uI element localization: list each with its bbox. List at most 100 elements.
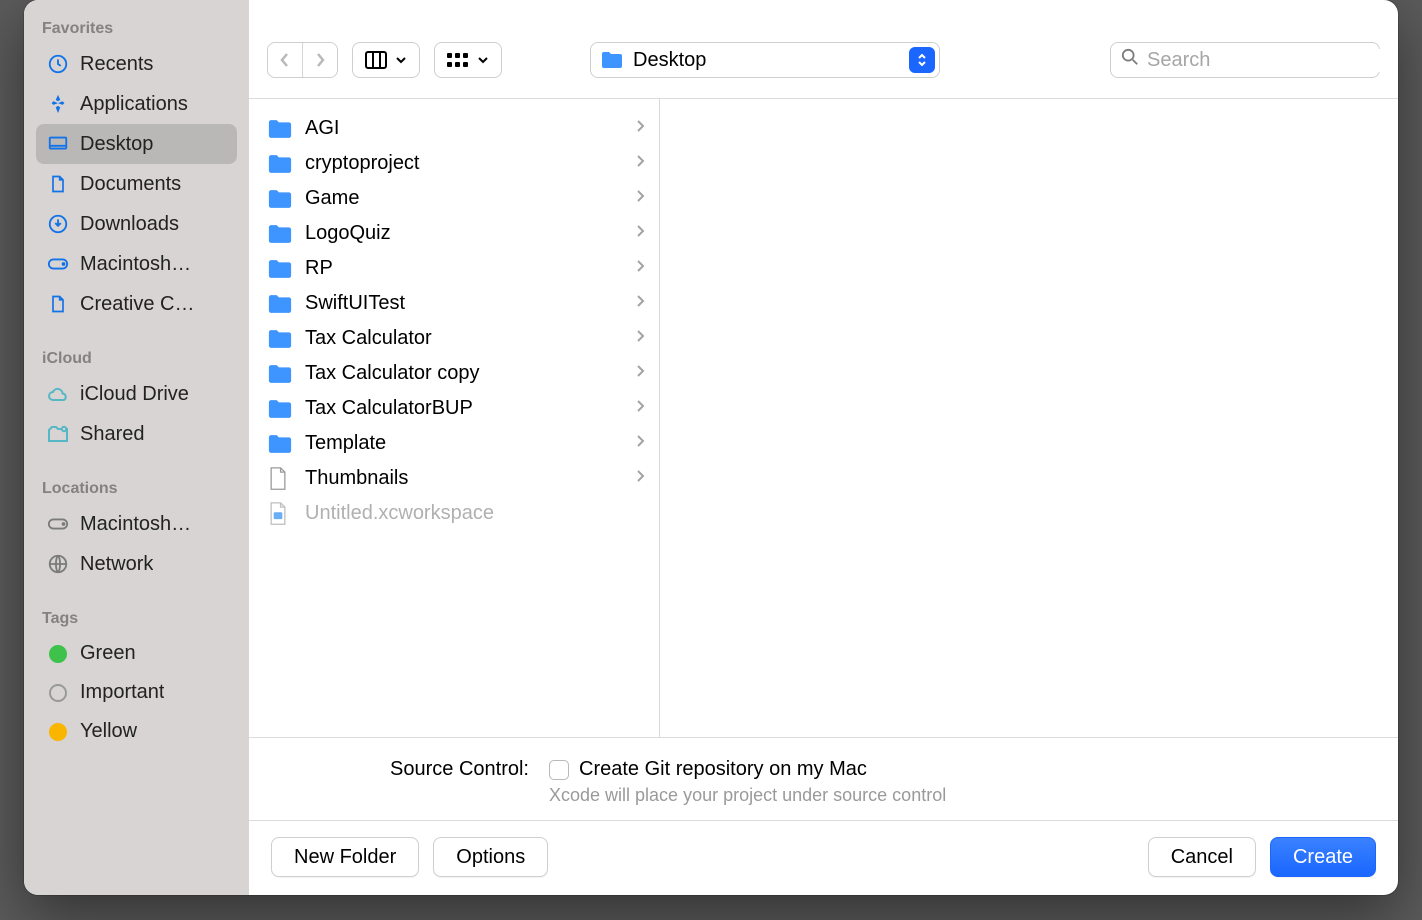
file-row[interactable]: cryptoproject (249, 146, 659, 181)
sidebar-item-label: Shared (80, 423, 145, 446)
disk-icon (46, 252, 70, 276)
file-row[interactable]: LogoQuiz (249, 216, 659, 251)
create-button[interactable]: Create (1270, 837, 1376, 877)
chevron-right-icon (635, 117, 645, 140)
cancel-button[interactable]: Cancel (1148, 837, 1256, 877)
view-as-columns-button[interactable] (352, 42, 420, 78)
file-name: Template (305, 432, 623, 455)
sidebar-section-icloud: iCloud iCloud Drive Shared (36, 350, 237, 454)
sidebar-item-label: Documents (80, 173, 181, 196)
sidebar-item-macintosh-hd-loc[interactable]: Macintosh… (36, 504, 237, 544)
disk-icon (46, 512, 70, 536)
file-name: Tax Calculator copy (305, 362, 623, 385)
sidebar-tag-green[interactable]: Green (36, 634, 237, 673)
file-row[interactable]: Tax Calculator (249, 321, 659, 356)
columns-icon (365, 51, 387, 69)
file-name: AGI (305, 117, 623, 140)
sidebar-item-applications[interactable]: Applications (36, 84, 237, 124)
sidebar-label-locations: Locations (36, 480, 237, 504)
sidebar-item-label: Applications (80, 93, 188, 116)
forward-button[interactable] (302, 43, 337, 77)
file-column[interactable]: AGI cryptoprojectGameLogoQuiz RP SwiftUITes… (249, 99, 660, 737)
main-panel: Desktop AGI cryptoprojectGameLogoQuiz RP Sw… (249, 0, 1398, 895)
sidebar-item-label: iCloud Drive (80, 383, 189, 406)
sidebar-item-label: Downloads (80, 213, 179, 236)
git-checkbox-label: Create Git repository on my Mac (579, 758, 867, 781)
sidebar-item-icloud-drive[interactable]: iCloud Drive (36, 374, 237, 414)
folder-icon (601, 51, 623, 69)
file-column-empty (660, 99, 1398, 737)
search-field[interactable] (1110, 42, 1380, 78)
sidebar-item-macintosh-hd[interactable]: Macintosh… (36, 244, 237, 284)
chevron-right-icon (635, 327, 645, 350)
file-row[interactable]: RP (249, 251, 659, 286)
options-button[interactable]: Options (433, 837, 548, 877)
file-name: Tax CalculatorBUP (305, 397, 623, 420)
chevron-down-icon (477, 55, 489, 65)
tag-dot-icon (49, 645, 67, 663)
chevron-right-icon (635, 257, 645, 280)
sidebar-item-label: Recents (80, 53, 153, 76)
file-row[interactable]: AGI (249, 111, 659, 146)
workspace-file-icon (267, 503, 293, 525)
folder-icon (267, 118, 293, 140)
sidebar-item-label: Network (80, 553, 153, 576)
sidebar-item-label: Green (80, 642, 136, 665)
sidebar-item-desktop[interactable]: Desktop (36, 124, 237, 164)
footer: New Folder Options Cancel Create (249, 820, 1398, 895)
new-folder-button[interactable]: New Folder (271, 837, 419, 877)
sidebar-item-recents[interactable]: Recents (36, 44, 237, 84)
chevron-down-icon (395, 55, 407, 65)
location-name: Desktop (633, 49, 899, 72)
chevron-right-icon (635, 292, 645, 315)
sidebar: Favorites Recents Applications Desktop (24, 0, 249, 895)
sidebar-item-shared[interactable]: Shared (36, 414, 237, 454)
sidebar-item-documents[interactable]: Documents (36, 164, 237, 204)
chevron-right-icon (635, 187, 645, 210)
sidebar-item-label: Macintosh… (80, 513, 191, 536)
folder-icon (267, 153, 293, 175)
file-name: RP (305, 257, 623, 280)
file-row[interactable]: Tax Calculator copy (249, 356, 659, 391)
group-by-button[interactable] (434, 42, 502, 78)
folder-icon (267, 188, 293, 210)
sidebar-section-favorites: Favorites Recents Applications Desktop (36, 20, 237, 324)
git-checkbox[interactable] (549, 760, 569, 780)
file-row[interactable]: Template (249, 426, 659, 461)
folder-icon (267, 258, 293, 280)
back-button[interactable] (268, 43, 302, 77)
sidebar-item-network[interactable]: Network (36, 544, 237, 584)
file-row[interactable]: Game (249, 181, 659, 216)
location-popup[interactable]: Desktop (590, 42, 940, 78)
git-checkbox-row[interactable]: Create Git repository on my Mac (549, 758, 946, 781)
file-row[interactable]: Thumbnails (249, 461, 659, 496)
file-name: Tax Calculator (305, 327, 623, 350)
sidebar-tag-yellow[interactable]: Yellow (36, 712, 237, 751)
chevron-right-icon (313, 51, 327, 69)
download-icon (46, 212, 70, 236)
file-browser: AGI cryptoprojectGameLogoQuiz RP SwiftUITes… (249, 99, 1398, 737)
sidebar-section-locations: Locations Macintosh… Network (36, 480, 237, 584)
chevron-right-icon (635, 152, 645, 175)
file-name: SwiftUITest (305, 292, 623, 315)
applications-icon (46, 92, 70, 116)
search-input[interactable] (1147, 49, 1398, 72)
toolbar: Desktop (249, 0, 1398, 99)
file-row[interactable]: Tax CalculatorBUP (249, 391, 659, 426)
cloud-icon (46, 382, 70, 406)
file-row[interactable]: SwiftUITest (249, 286, 659, 321)
file-icon (267, 468, 293, 490)
chevron-right-icon (635, 432, 645, 455)
sidebar-item-downloads[interactable]: Downloads (36, 204, 237, 244)
folder-icon (267, 433, 293, 455)
file-row[interactable]: Untitled.xcworkspace (249, 496, 659, 531)
sidebar-tag-important[interactable]: Important (36, 673, 237, 712)
chevron-right-icon (635, 397, 645, 420)
file-name: Thumbnails (305, 467, 623, 490)
tag-dot-icon (49, 684, 67, 702)
sidebar-item-label: Macintosh… (80, 253, 191, 276)
folder-icon (267, 398, 293, 420)
document-icon (46, 292, 70, 316)
updown-stepper-icon (909, 47, 935, 73)
sidebar-item-creative-cloud[interactable]: Creative C… (36, 284, 237, 324)
